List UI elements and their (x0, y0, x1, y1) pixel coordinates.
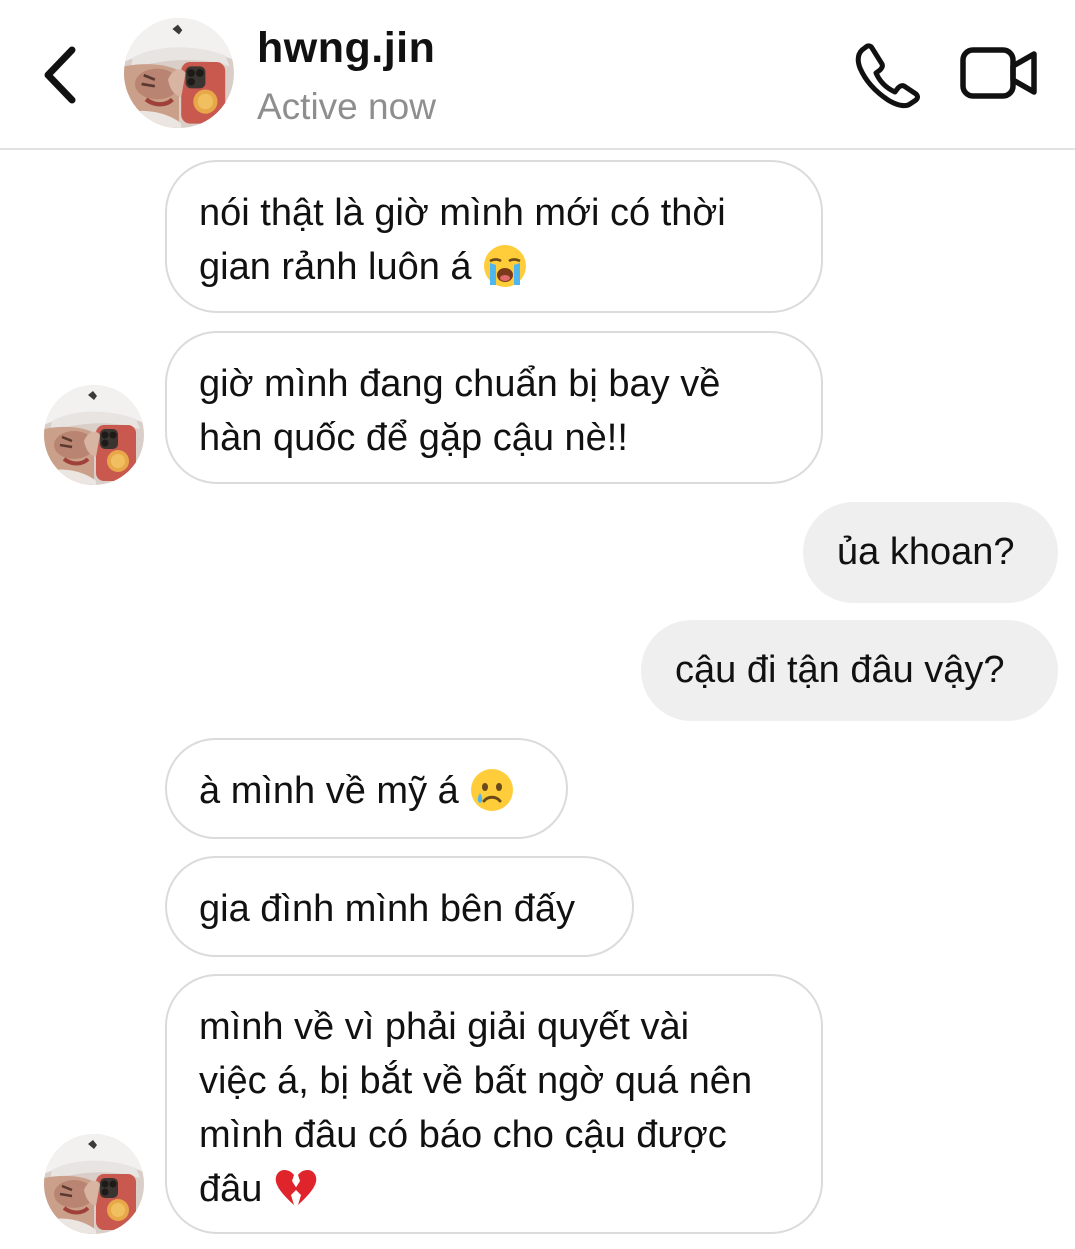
message-text: việc á, bị bắt về bất ngờ quá nên (199, 1060, 753, 1102)
back-button[interactable] (36, 40, 92, 110)
message-bubble-outgoing[interactable]: ủa khoan? (803, 502, 1058, 603)
message-text: nói thật là giờ mình mới có thời (199, 192, 726, 234)
message-bubble-incoming[interactable]: giờ mình đang chuẩn bị bay về hàn quốc đ… (165, 331, 823, 484)
username[interactable]: hwng.jin (257, 24, 435, 73)
message-text: à mình về mỹ á (199, 770, 459, 812)
message-bubble-incoming[interactable]: gia đình mình bên đấy (165, 856, 634, 957)
sender-avatar[interactable] (44, 1134, 144, 1234)
message-text: giờ mình đang chuẩn bị bay về (199, 363, 721, 405)
chat-header: hwng.jin Active now (0, 0, 1075, 150)
video-camera-icon (960, 47, 1037, 99)
message-text: đâu (199, 1168, 263, 1210)
message-text: cậu đi tận đâu vậy? (675, 649, 1005, 691)
message-bubble-incoming[interactable]: à mình về mỹ á (165, 738, 568, 839)
message-text: hàn quốc để gặp cậu nè!! (199, 417, 628, 459)
message-bubble-outgoing[interactable]: cậu đi tận đâu vậy? (641, 620, 1058, 721)
message-bubble-incoming[interactable]: nói thật là giờ mình mới có thời gian rả… (165, 160, 823, 313)
message-text: ủa khoan? (837, 531, 1015, 573)
broken-heart-emoji (275, 1169, 317, 1205)
loudly-crying-face-emoji (484, 245, 527, 287)
message-text: gian rảnh luôn á (199, 246, 472, 288)
active-status: Active now (257, 86, 436, 127)
message-bubble-incoming[interactable]: mình về vì phải giải quyết vài việc á, b… (165, 974, 823, 1234)
sender-avatar[interactable] (44, 385, 144, 485)
crying-face-emoji (471, 769, 514, 811)
call-button[interactable] (852, 40, 922, 110)
profile-avatar[interactable] (124, 18, 234, 128)
video-call-button[interactable] (958, 42, 1040, 104)
phone-icon (855, 43, 920, 109)
message-text: mình đâu có báo cho cậu được (199, 1114, 727, 1156)
message-text: gia đình mình bên đấy (199, 888, 576, 930)
chevron-left-icon (44, 46, 76, 104)
message-text: mình về vì phải giải quyết vài (199, 1006, 690, 1048)
